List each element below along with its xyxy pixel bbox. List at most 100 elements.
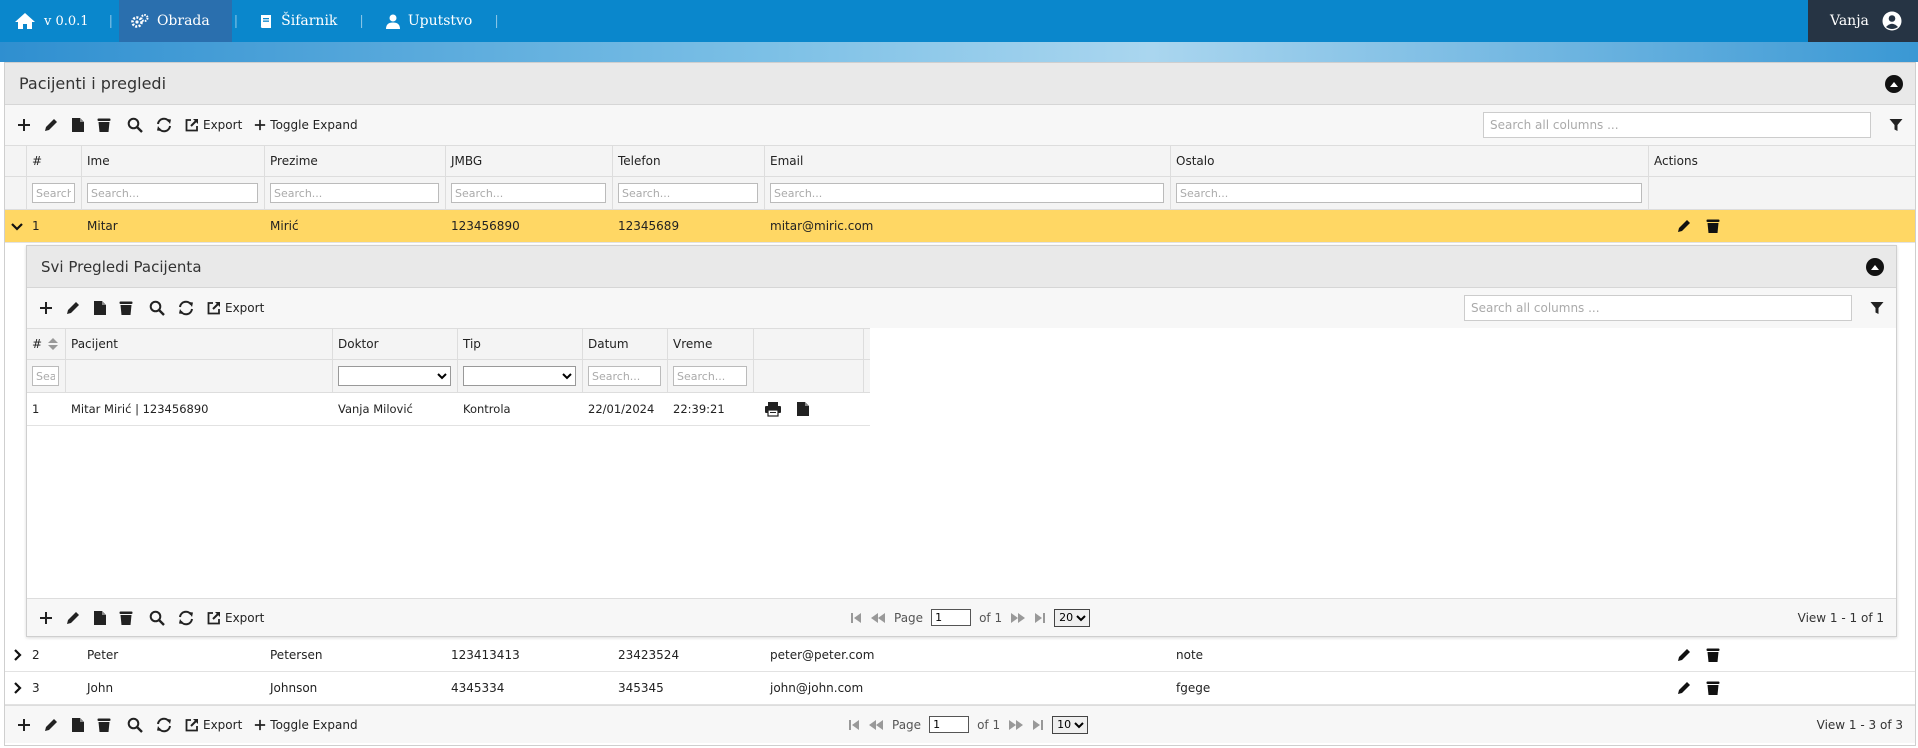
filter-ostalo-input[interactable]	[1176, 183, 1642, 203]
nav-item-uputstvo[interactable]: Uputstvo	[366, 0, 493, 42]
prev-page-icon[interactable]	[870, 612, 886, 624]
export-button[interactable]: Export	[185, 118, 242, 132]
filter-jmbg-input[interactable]	[451, 183, 606, 203]
filter-ime-input[interactable]	[87, 183, 258, 203]
last-page-icon[interactable]	[1034, 612, 1046, 624]
column-header-doktor[interactable]: Doktor	[333, 329, 458, 359]
global-search-input[interactable]	[1483, 112, 1871, 138]
filter-num-input[interactable]	[32, 183, 75, 203]
column-header-email[interactable]: Email	[765, 146, 1171, 176]
delete-row-icon[interactable]	[1706, 647, 1720, 663]
column-header-prezime[interactable]: Prezime	[265, 146, 446, 176]
home-link[interactable]: v 0.0.1	[0, 0, 107, 42]
filter-datum-input[interactable]	[588, 366, 661, 386]
edit-button[interactable]	[65, 610, 81, 626]
delete-row-icon[interactable]	[1706, 680, 1720, 696]
view-button[interactable]	[71, 717, 85, 733]
toggle-expand-button[interactable]: Toggle Expand	[254, 118, 358, 132]
next-page-icon[interactable]	[1008, 719, 1024, 731]
view-button[interactable]	[71, 117, 85, 133]
page-number-input[interactable]	[931, 609, 972, 626]
plus-icon	[40, 302, 52, 314]
subgrid-filter-row	[27, 360, 870, 393]
row-collapse-toggle[interactable]	[5, 210, 27, 242]
filter-vreme-input[interactable]	[673, 366, 747, 386]
plus-icon	[18, 119, 30, 131]
table-row[interactable]: 2 Peter Petersen 123413413 23423524 pete…	[5, 639, 1915, 672]
delete-button[interactable]	[97, 717, 111, 733]
refresh-button[interactable]	[155, 117, 173, 133]
column-header-vreme[interactable]: Vreme	[668, 329, 754, 359]
first-page-icon[interactable]	[850, 612, 862, 624]
column-header-tip[interactable]: Tip	[458, 329, 583, 359]
column-header-num[interactable]: #	[27, 146, 82, 176]
edit-button[interactable]	[43, 717, 59, 733]
column-header-jmbg[interactable]: JMBG	[446, 146, 613, 176]
page-size-select[interactable]: 20	[1054, 608, 1091, 627]
delete-row-icon[interactable]	[1706, 218, 1720, 234]
filter-telefon-input[interactable]	[618, 183, 758, 203]
search-button[interactable]	[127, 717, 143, 733]
sort-icon	[48, 338, 59, 350]
row-expand-toggle[interactable]	[5, 672, 27, 704]
delete-button[interactable]	[119, 300, 133, 316]
delete-button[interactable]	[119, 610, 133, 626]
first-page-icon[interactable]	[848, 719, 860, 731]
toggle-expand-button[interactable]: Toggle Expand	[254, 718, 358, 732]
export-button[interactable]: Export	[207, 301, 264, 315]
page-size-select[interactable]: 10	[1052, 715, 1089, 734]
add-button[interactable]	[39, 611, 53, 625]
search-button[interactable]	[127, 117, 143, 133]
filter-prezime-input[interactable]	[270, 183, 439, 203]
subgrid-search-input[interactable]	[1464, 295, 1852, 321]
search-button[interactable]	[149, 300, 165, 316]
user-menu[interactable]: Vanja	[1808, 0, 1918, 42]
filter-button[interactable]	[1889, 118, 1903, 132]
export-button[interactable]: Export	[185, 718, 242, 732]
column-header-num[interactable]: #	[27, 329, 66, 359]
edit-button[interactable]	[65, 300, 81, 316]
table-row[interactable]: 1 Mitar Mirić 123456890 12345689 mitar@m…	[5, 210, 1915, 243]
nav-item-sifarnik[interactable]: Šifarnik	[240, 0, 357, 42]
search-button[interactable]	[149, 610, 165, 626]
export-button[interactable]: Export	[207, 611, 264, 625]
table-row[interactable]: 3 John Johnson 4345334 345345 john@john.…	[5, 672, 1915, 705]
refresh-button[interactable]	[155, 717, 173, 733]
file-icon[interactable]	[796, 401, 810, 417]
edit-row-icon[interactable]	[1676, 680, 1692, 696]
filter-button[interactable]	[1870, 301, 1884, 315]
view-button[interactable]	[93, 300, 107, 316]
next-page-icon[interactable]	[1010, 612, 1026, 624]
column-header-telefon[interactable]: Telefon	[613, 146, 765, 176]
pencil-icon	[67, 302, 79, 314]
refresh-button[interactable]	[177, 610, 195, 626]
print-icon[interactable]	[764, 401, 782, 417]
view-button[interactable]	[93, 610, 107, 626]
cell-ostalo: fgege	[1176, 681, 1211, 695]
edit-button[interactable]	[43, 117, 59, 133]
page-number-input[interactable]	[929, 716, 970, 733]
prev-page-icon[interactable]	[868, 719, 884, 731]
collapse-button[interactable]	[1885, 74, 1903, 93]
filter-num-input[interactable]	[32, 366, 59, 386]
column-header-ostalo[interactable]: Ostalo	[1171, 146, 1649, 176]
add-button[interactable]	[17, 118, 31, 132]
filter-tip-select[interactable]	[463, 366, 576, 386]
subgrid-collapse-button[interactable]	[1866, 257, 1884, 276]
edit-row-icon[interactable]	[1676, 647, 1692, 663]
column-header-ime[interactable]: Ime	[82, 146, 265, 176]
filter-doktor-select[interactable]	[338, 366, 451, 386]
column-header-pacijent[interactable]: Pacijent	[66, 329, 333, 359]
table-row[interactable]: 1 Mitar Mirić | 123456890 Vanja Milović …	[27, 393, 870, 426]
add-button[interactable]	[17, 718, 31, 732]
nav-item-obrada[interactable]: Obrada	[118, 0, 232, 42]
filter-email-input[interactable]	[770, 183, 1164, 203]
column-header-datum[interactable]: Datum	[583, 329, 668, 359]
add-button[interactable]	[39, 301, 53, 315]
filter-cell	[265, 177, 446, 209]
delete-button[interactable]	[97, 117, 111, 133]
row-expand-toggle[interactable]	[5, 639, 27, 671]
edit-row-icon[interactable]	[1676, 218, 1692, 234]
refresh-button[interactable]	[177, 300, 195, 316]
last-page-icon[interactable]	[1032, 719, 1044, 731]
